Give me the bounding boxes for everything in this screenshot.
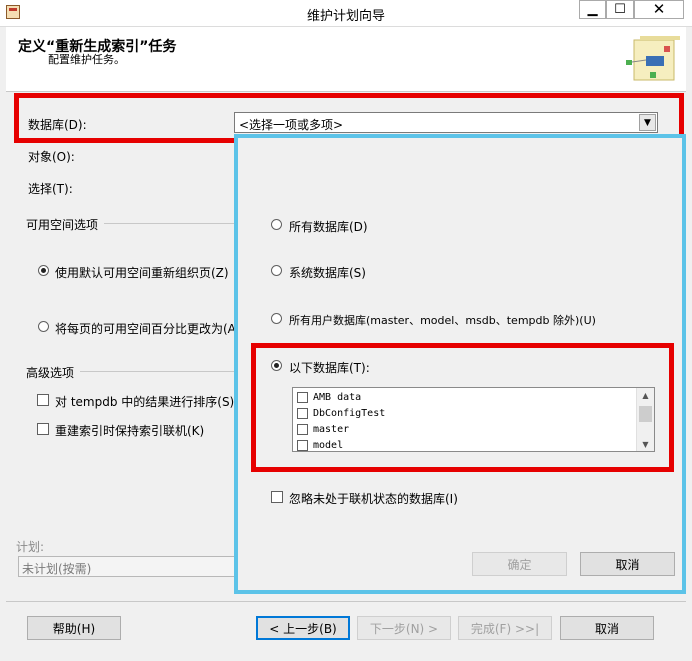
schedule-label: 计划: <box>16 540 45 554</box>
footer-divider <box>6 601 686 602</box>
wizard-graphic-icon <box>626 36 680 81</box>
database-name: master <box>313 423 350 435</box>
minimize-button[interactable]: ▁ <box>579 0 606 19</box>
selection-label: 选择(T): <box>28 182 73 196</box>
list-item[interactable]: model <box>297 437 343 453</box>
help-button[interactable]: 帮助(H) <box>27 616 121 640</box>
database-checkbox[interactable] <box>297 423 308 435</box>
database-name: model <box>313 439 344 451</box>
user-databases-label: 所有用户数据库(master、model、msdb、tempdb 除外)(U) <box>289 314 596 327</box>
free-space-default-radio[interactable] <box>38 265 49 276</box>
keep-online-label: 重建索引时保持索引联机(K) <box>55 424 205 438</box>
list-scrollbar[interactable]: ▲ ▼ <box>636 388 654 451</box>
free-space-group-label: 可用空间选项 <box>26 218 99 232</box>
finish-button[interactable]: 完成(F) >>| <box>458 616 552 640</box>
advanced-group-label: 高级选项 <box>26 366 75 380</box>
page-subtitle: 配置维护任务。 <box>48 53 125 66</box>
sort-tempdb-checkbox[interactable] <box>37 394 49 406</box>
close-icon: ✕ <box>652 0 666 18</box>
user-databases-radio[interactable] <box>271 313 282 324</box>
database-label: 数据库(D): <box>28 118 87 132</box>
popup-ok-button[interactable]: 确定 <box>472 552 567 576</box>
cancel-button[interactable]: 取消 <box>560 616 654 640</box>
free-space-percent-label: 将每页的可用空间百分比更改为(A <box>55 322 235 336</box>
system-databases-label: 系统数据库(S) <box>289 266 366 280</box>
object-label: 对象(O): <box>28 150 75 164</box>
popup-cancel-button[interactable]: 取消 <box>580 552 675 576</box>
database-dropdown-value: <选择一项或多项> <box>239 118 344 132</box>
keep-online-checkbox[interactable] <box>37 423 49 435</box>
sort-tempdb-label: 对 tempdb 中的结果进行排序(S) <box>55 395 235 409</box>
list-item[interactable]: DbConfigTest <box>297 405 385 421</box>
database-name: DbConfigTest <box>313 407 386 419</box>
scroll-thumb[interactable] <box>639 406 652 422</box>
free-space-percent-radio[interactable] <box>38 321 49 332</box>
back-button[interactable]: < 上一步(B) <box>256 616 350 640</box>
database-list[interactable]: AMB data DbConfigTest master model ▲ ▼ <box>292 387 655 452</box>
list-item[interactable]: master <box>297 421 349 437</box>
free-space-divider <box>104 223 234 224</box>
system-databases-radio[interactable] <box>271 265 282 276</box>
maximize-icon: ☐ <box>614 2 626 17</box>
schedule-value: 未计划(按需) <box>22 562 92 576</box>
ignore-offline-checkbox[interactable] <box>271 491 283 503</box>
minimize-icon: ▁ <box>587 2 598 17</box>
advanced-divider <box>80 371 234 372</box>
database-checkbox[interactable] <box>297 407 308 419</box>
ignore-offline-label: 忽略未处于联机状态的数据库(I) <box>289 492 458 506</box>
free-space-default-label: 使用默认可用空间重新组织页(Z) <box>55 266 229 280</box>
list-item[interactable]: AMB data <box>297 389 361 405</box>
database-dropdown[interactable]: <选择一项或多项> ▼ <box>234 112 658 133</box>
schedule-field: 未计划(按需) <box>18 556 236 577</box>
all-databases-label: 所有数据库(D) <box>289 220 368 234</box>
next-button[interactable]: 下一步(N) > <box>357 616 451 640</box>
specific-databases-radio[interactable] <box>271 360 282 371</box>
scroll-down-icon[interactable]: ▼ <box>637 437 654 451</box>
maximize-button[interactable]: ☐ <box>606 0 634 19</box>
database-checkbox[interactable] <box>297 391 308 403</box>
chevron-down-icon[interactable]: ▼ <box>639 114 656 131</box>
all-databases-radio[interactable] <box>271 219 282 230</box>
scroll-up-icon[interactable]: ▲ <box>637 388 654 402</box>
specific-databases-label: 以下数据库(T): <box>289 361 370 375</box>
database-checkbox[interactable] <box>297 439 308 451</box>
database-name: AMB data <box>313 391 362 403</box>
close-button[interactable]: ✕ <box>634 0 684 19</box>
